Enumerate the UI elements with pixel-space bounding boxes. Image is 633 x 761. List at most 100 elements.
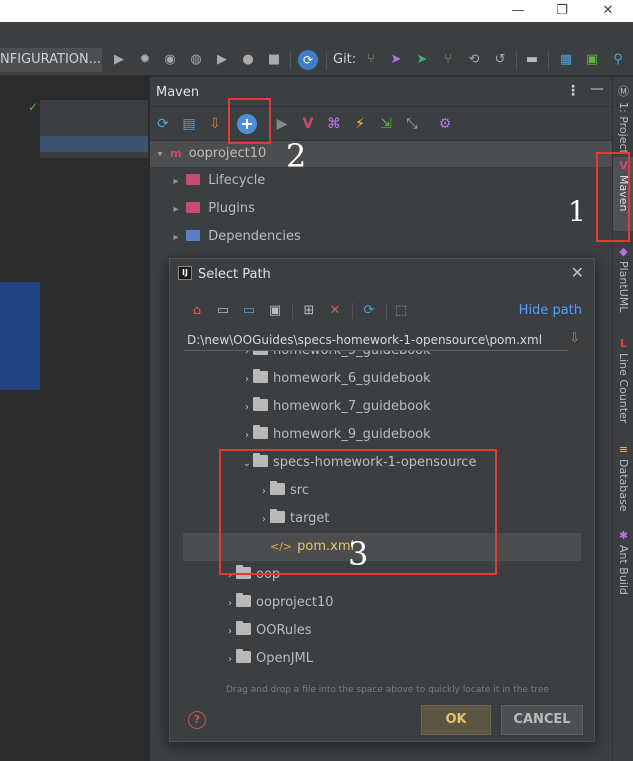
editor-area [0, 77, 150, 761]
tree-row[interactable]: › homework_7_guidebook [183, 393, 581, 421]
restore-icon[interactable]: ❐ [552, 2, 572, 20]
search-icon[interactable]: ⚲ [609, 51, 627, 69]
dialog-title: Select Path [198, 267, 271, 282]
tab-ant-build[interactable]: ✱ Ant Build [613, 527, 633, 607]
chevron-right-icon[interactable]: ▸ [170, 197, 182, 223]
tab-database[interactable]: ≡ Database [613, 441, 633, 517]
ant-icon: ✱ [618, 529, 629, 542]
record-icon[interactable]: ● [239, 51, 257, 69]
folder-icon [253, 351, 268, 355]
hide-panel-icon[interactable]: — [590, 81, 604, 97]
chevron-right-icon[interactable]: › [224, 618, 236, 646]
tree-row[interactable]: › ooproject10 [183, 589, 581, 617]
project-icon: Ⓜ [618, 85, 629, 98]
git-update-icon[interactable]: ⑂ [362, 51, 380, 69]
close-icon[interactable]: ✕ [571, 263, 584, 282]
folder-icon [253, 397, 268, 411]
history-icon[interactable]: ⟲ [465, 51, 483, 69]
cancel-button[interactable]: CANCEL [501, 705, 583, 735]
hide-path-link[interactable]: Hide path [519, 303, 582, 318]
home-icon[interactable]: ⌂ [188, 302, 206, 320]
terminal-icon[interactable]: ▣ [583, 51, 601, 69]
tree-row[interactable]: › homework_5_guidebook [183, 351, 581, 365]
debug-icon[interactable]: ✹ [136, 51, 154, 69]
chevron-right-icon[interactable]: › [241, 351, 253, 366]
annotation-number-1: 1 [568, 195, 586, 228]
chevron-right-icon[interactable]: ▸ [170, 169, 182, 195]
tree-row[interactable]: › OORules [183, 617, 581, 645]
git-commit-icon[interactable]: ➤ [413, 51, 431, 69]
profile-icon[interactable]: ◍ [187, 51, 205, 69]
run-icon[interactable]: ▶ [110, 51, 128, 69]
maven-tree-item[interactable]: ▸ Plugins [150, 196, 612, 222]
reload-icon[interactable]: ⟳ [154, 115, 172, 133]
tree-label: ooproject10 [256, 595, 334, 610]
skip-tests-icon[interactable]: ⚡ [351, 115, 369, 133]
selection-highlight [0, 282, 40, 390]
coverage-icon[interactable]: ◉ [161, 51, 179, 69]
git-push-icon[interactable]: ➤ [387, 51, 405, 69]
run-alt-icon[interactable]: ▶ [213, 51, 231, 69]
run-maven-icon[interactable]: ▶ [273, 115, 291, 133]
app-icon: IJ [178, 266, 192, 280]
chevron-down-icon[interactable]: ▾ [154, 142, 166, 168]
tree-label: homework_5_guidebook [273, 351, 431, 358]
dialog-toolbar: ⌂ ▭ ▭ ▣ ⊞ ✕ ⟳ ⬚ Hide path [170, 299, 594, 323]
tab-plantuml[interactable]: ◆ PlantUML [613, 243, 633, 327]
maven-tree-item[interactable]: ▸ Lifecycle [150, 168, 612, 194]
toolbar-divider [352, 303, 353, 319]
minimize-icon[interactable]: — [508, 2, 528, 20]
plantuml-icon: ◆ [619, 245, 628, 258]
chevron-right-icon[interactable]: › [241, 394, 253, 422]
ok-button[interactable]: OK [421, 705, 491, 735]
tree-label: OORules [256, 623, 312, 638]
close-window-icon[interactable]: ✕ [598, 2, 618, 20]
tree-row[interactable]: › homework_9_guidebook [183, 421, 581, 449]
search-everywhere-icon[interactable]: ⟳ [298, 50, 318, 70]
folder-icon [236, 593, 251, 607]
module-dir-icon[interactable]: ▣ [266, 302, 284, 320]
maven-project-icon: m [170, 147, 182, 160]
rollback-icon[interactable]: ↺ [491, 51, 509, 69]
new-folder-icon[interactable]: ⊞ [300, 302, 318, 320]
generate-sources-icon[interactable]: ▤ [180, 115, 198, 133]
chevron-right-icon[interactable]: › [241, 366, 253, 394]
desktop-icon[interactable]: ▭ [214, 302, 232, 320]
project-structure-icon[interactable]: ▬ [523, 51, 541, 69]
folder-icon [236, 649, 251, 663]
tab-project[interactable]: Ⓜ 1: Project [613, 81, 633, 155]
toolbar-divider [548, 52, 549, 70]
path-field[interactable] [184, 329, 568, 351]
delete-icon[interactable]: ✕ [326, 302, 344, 320]
collapse-all-icon[interactable]: ⤡ [403, 115, 421, 133]
tree-label: homework_7_guidebook [273, 399, 431, 414]
tree-row[interactable]: › homework_6_guidebook [183, 365, 581, 393]
show-dependencies-icon[interactable]: ⇲ [377, 115, 395, 133]
project-dir-icon[interactable]: ▭ [240, 302, 258, 320]
stop-icon[interactable]: ■ [265, 51, 283, 69]
execute-goal-icon[interactable]: V [299, 115, 317, 133]
more-options-icon[interactable]: ⋮ [566, 83, 580, 99]
layout-icon[interactable]: ▦ [557, 51, 575, 69]
maven-tree-item[interactable]: ▸ Dependencies [150, 224, 612, 250]
tree-label: homework_6_guidebook [273, 371, 431, 386]
chevron-right-icon[interactable]: ▸ [170, 225, 182, 251]
tab-label: PlantUML [617, 261, 630, 313]
run-configuration-select[interactable]: NFIGURATION... [0, 48, 102, 72]
refresh-icon[interactable]: ⟳ [360, 302, 378, 320]
tab-line-counter[interactable]: L Line Counter [613, 335, 633, 431]
plugins-folder-icon [186, 202, 201, 213]
git-branch-icon[interactable]: ⑂ [439, 51, 457, 69]
chevron-right-icon[interactable]: › [241, 422, 253, 450]
chevron-right-icon[interactable]: › [224, 646, 236, 674]
toggle-offline-icon[interactable]: ⌘ [325, 115, 343, 133]
tree-row[interactable]: › OpenJML [183, 645, 581, 673]
show-hidden-icon[interactable]: ⬚ [392, 302, 410, 320]
maven-tree-item[interactable]: ▾ m ooproject10 [150, 141, 612, 167]
maven-tree-label: Plugins [208, 201, 255, 216]
download-icon[interactable]: ⇩ [569, 331, 580, 346]
chevron-right-icon[interactable]: › [224, 590, 236, 618]
help-icon[interactable]: ? [188, 711, 206, 729]
maven-settings-icon[interactable]: ⚙ [436, 115, 454, 133]
download-icon[interactable]: ⇩ [206, 115, 224, 133]
